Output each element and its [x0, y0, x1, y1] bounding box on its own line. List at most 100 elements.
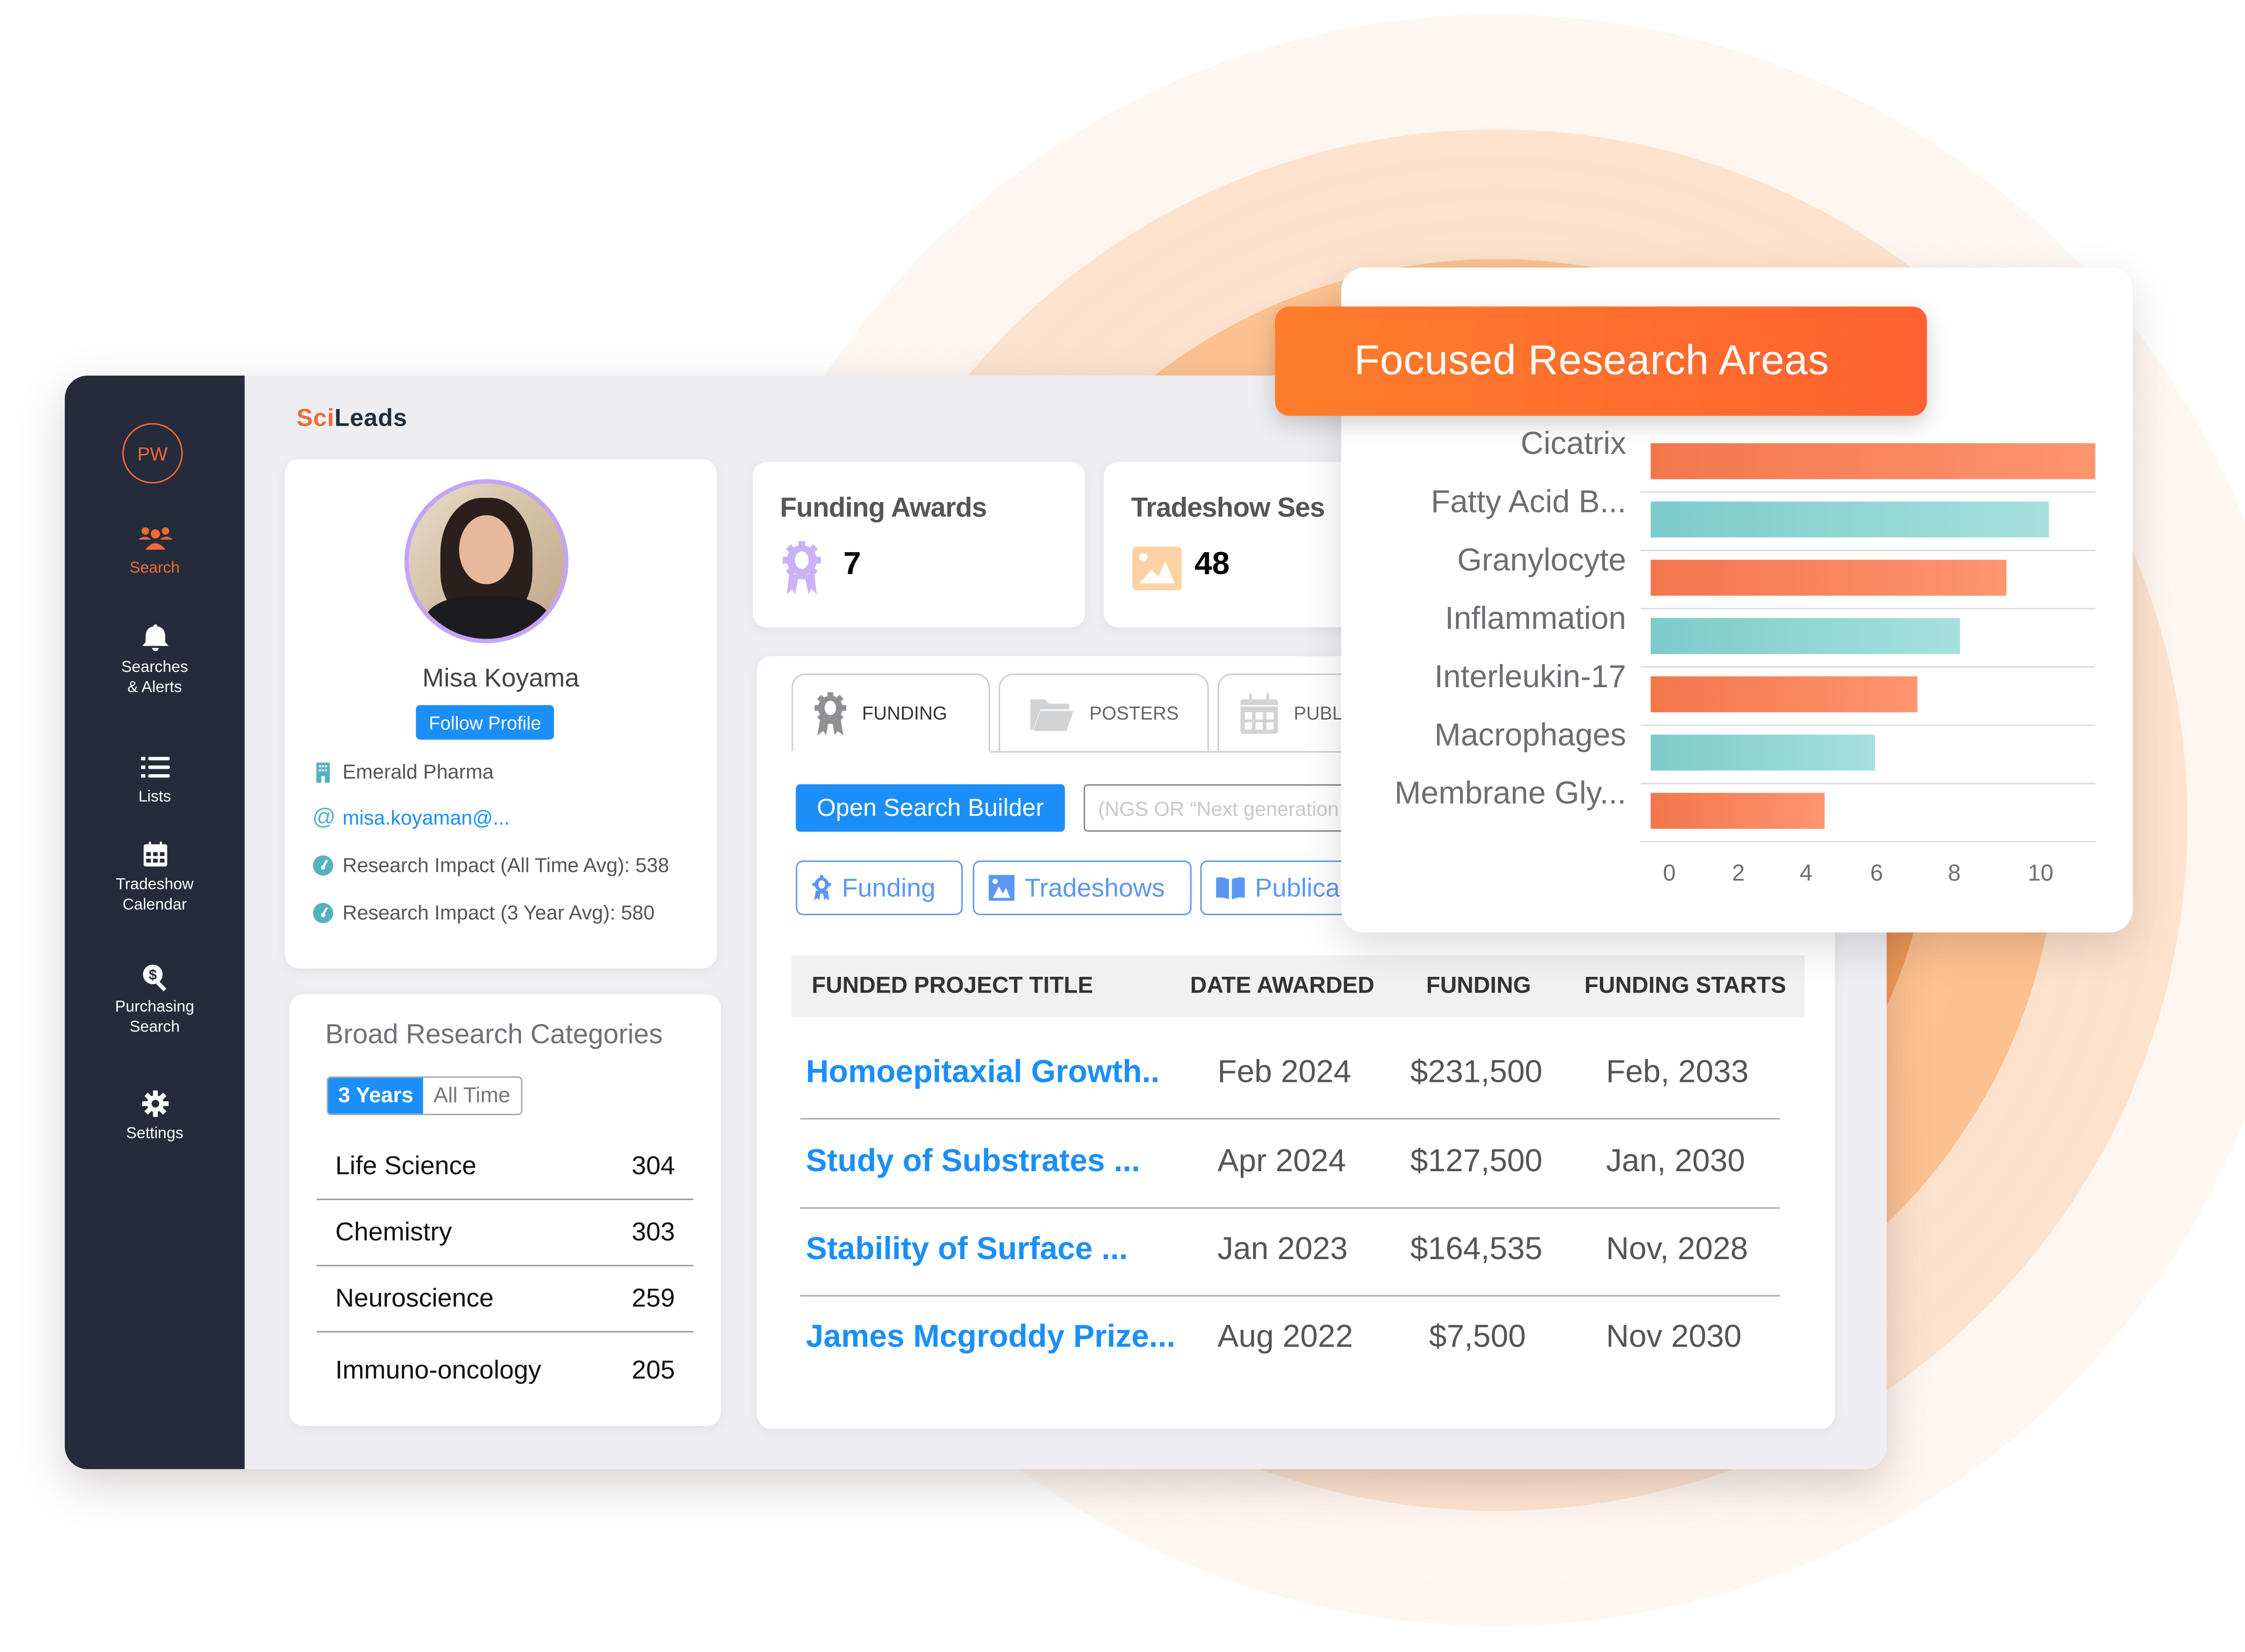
date-awarded: Apr 2024 — [1217, 1143, 1346, 1179]
folder-icon — [1030, 698, 1074, 731]
svg-text:$: $ — [148, 967, 156, 983]
funding-awards-card[interactable]: Funding Awards 7 — [752, 462, 1085, 627]
award-icon — [812, 875, 831, 901]
sidebar-item-tradeshow-calendar[interactable]: Tradeshow Calendar — [65, 840, 245, 915]
email-link[interactable]: misa.koyaman@... — [342, 806, 510, 829]
x-tick-label: 10 — [2028, 860, 2053, 886]
column-header[interactable]: FUNDED PROJECT TITLE — [812, 974, 1093, 1000]
filter-tradeshows-button[interactable]: Tradeshows — [973, 860, 1192, 915]
table-row: Homoepitaxial Growth.. Feb 2024 $231,500… — [800, 1030, 1780, 1120]
logo-text-sci: Sci — [296, 404, 335, 432]
bar[interactable] — [1650, 443, 2096, 479]
chart-title: Focused Research Areas — [1275, 306, 1927, 416]
bar[interactable] — [1650, 793, 1825, 829]
company-row: Emerald Pharma — [312, 760, 494, 783]
bar[interactable] — [1650, 734, 1875, 771]
sidebar-item-label: Purchasing — [115, 999, 194, 1016]
gear-icon — [141, 1090, 168, 1117]
project-title-link[interactable]: James Mcgroddy Prize... — [806, 1318, 1175, 1355]
sidebar-item-label: & Alerts — [127, 679, 182, 697]
x-tick-label: 2 — [1732, 860, 1745, 886]
category-label: Granylocyte — [1457, 542, 1626, 578]
column-header[interactable]: FUNDING STARTS — [1585, 974, 1786, 1000]
category-count: 304 — [631, 1151, 675, 1180]
book-icon — [1216, 877, 1245, 900]
project-title-link[interactable]: Stability of Surface ... — [806, 1230, 1128, 1268]
impact-all-time: Research Impact (All Time Avg): 538 — [342, 853, 669, 876]
follow-profile-button[interactable]: Follow Profile — [416, 705, 554, 740]
funding-starts: Nov 2030 — [1606, 1318, 1742, 1354]
funding-amount: $7,500 — [1429, 1318, 1526, 1354]
tab-posters[interactable]: POSTERS — [999, 673, 1209, 751]
sidebar-item-label: Searches — [121, 659, 188, 677]
time-range-toggle: 3 Years All Time — [326, 1076, 522, 1115]
sidebar-item-searches-alerts[interactable]: Searches & Alerts — [65, 623, 245, 698]
sidebar-item-label: Search — [130, 1019, 180, 1036]
list-icon — [140, 757, 169, 778]
profile-name: Misa Koyama — [422, 663, 579, 692]
category-name: Immuno-oncology — [335, 1354, 541, 1384]
sidebar-item-settings[interactable]: Settings — [65, 1089, 245, 1144]
table-row: James Mcgroddy Prize... Aug 2022 $7,500 … — [800, 1295, 1780, 1383]
toggle-3-years[interactable]: 3 Years — [328, 1078, 424, 1114]
category-row: Chemistry 303 — [317, 1200, 694, 1267]
open-search-builder-button[interactable]: Open Search Builder — [796, 784, 1065, 832]
category-label: Macrophages — [1434, 717, 1626, 752]
category-label: Fatty Acid B... — [1431, 484, 1626, 519]
sidebar-item-label: Settings — [126, 1125, 184, 1143]
sidebar-item-lists[interactable]: Lists — [65, 752, 245, 807]
bar[interactable] — [1650, 676, 1918, 713]
category-name: Life Science — [335, 1151, 477, 1180]
sidebar: PW Search Searches & Alerts Lists Trades… — [64, 375, 245, 1469]
bar[interactable] — [1650, 618, 1960, 654]
logo-text-leads: Leads — [334, 404, 408, 432]
broad-research-categories-card: Broad Research Categories 3 Years All Ti… — [289, 994, 721, 1426]
sidebar-item-purchasing-search[interactable]: $ Purchasing Search — [65, 963, 245, 1037]
project-title-link[interactable]: Study of Substrates ... — [806, 1143, 1140, 1180]
tab-funding[interactable]: FUNDING — [791, 673, 990, 751]
bar[interactable] — [1650, 501, 2049, 538]
table-row: Stability of Surface ... Jan 2023 $164,5… — [800, 1207, 1780, 1297]
user-avatar[interactable]: PW — [122, 423, 183, 484]
category-label: Membrane Gly... — [1394, 776, 1626, 811]
sidebar-item-search[interactable]: Search — [65, 524, 245, 578]
broad-categories-title: Broad Research Categories — [325, 1020, 663, 1051]
profile-photo — [404, 479, 569, 643]
sidebar-item-label: Tradeshow — [116, 876, 194, 894]
tab-label: PUBL — [1294, 702, 1343, 724]
category-name: Neuroscience — [335, 1283, 494, 1312]
table-row: Study of Substrates ... Apr 2024 $127,50… — [800, 1119, 1780, 1209]
bar[interactable] — [1650, 559, 2007, 596]
toggle-all-time[interactable]: All Time — [423, 1078, 520, 1114]
category-label: Cicatrix — [1521, 426, 1626, 461]
x-tick-label: 6 — [1870, 860, 1883, 886]
category-name: Chemistry — [335, 1217, 452, 1246]
stat-title: Funding Awards — [780, 493, 987, 524]
table-header: FUNDED PROJECT TITLE DATE AWARDED FUNDIN… — [791, 955, 1805, 1018]
award-icon — [815, 691, 846, 735]
award-icon — [783, 541, 821, 595]
tab-label: FUNDING — [862, 702, 947, 724]
x-tick-label: 8 — [1948, 860, 1961, 886]
sidebar-item-label: Search — [130, 559, 180, 577]
dollar-search-icon: $ — [142, 964, 166, 992]
impact-3-year: Research Impact (3 Year Avg): 580 — [342, 901, 655, 924]
scileads-logo: SciLeads — [297, 404, 408, 433]
company-name: Emerald Pharma — [342, 759, 494, 783]
image-icon — [1132, 547, 1182, 590]
date-awarded: Aug 2022 — [1217, 1318, 1353, 1354]
project-title-link[interactable]: Homoepitaxial Growth.. — [806, 1053, 1159, 1091]
calendar-icon — [143, 841, 167, 867]
tab-label: POSTERS — [1089, 702, 1179, 724]
gauge-icon — [313, 855, 333, 875]
bell-icon — [142, 624, 168, 652]
impact-3-year-row: Research Impact (3 Year Avg): 580 — [312, 901, 655, 924]
column-header[interactable]: DATE AWARDED — [1190, 974, 1374, 1000]
profile-card: Misa Koyama Follow Profile Emerald Pharm… — [285, 459, 717, 969]
focused-research-areas-chart: Cicatrix Fatty Acid B... Granylocyte Inflam… — [1394, 426, 2096, 886]
stat-value: 7 — [843, 545, 861, 582]
x-tick-label: 4 — [1800, 860, 1813, 886]
stat-title: Tradeshow Ses — [1131, 493, 1325, 524]
filter-funding-button[interactable]: Funding — [796, 860, 963, 915]
column-header[interactable]: FUNDING — [1426, 974, 1531, 1000]
